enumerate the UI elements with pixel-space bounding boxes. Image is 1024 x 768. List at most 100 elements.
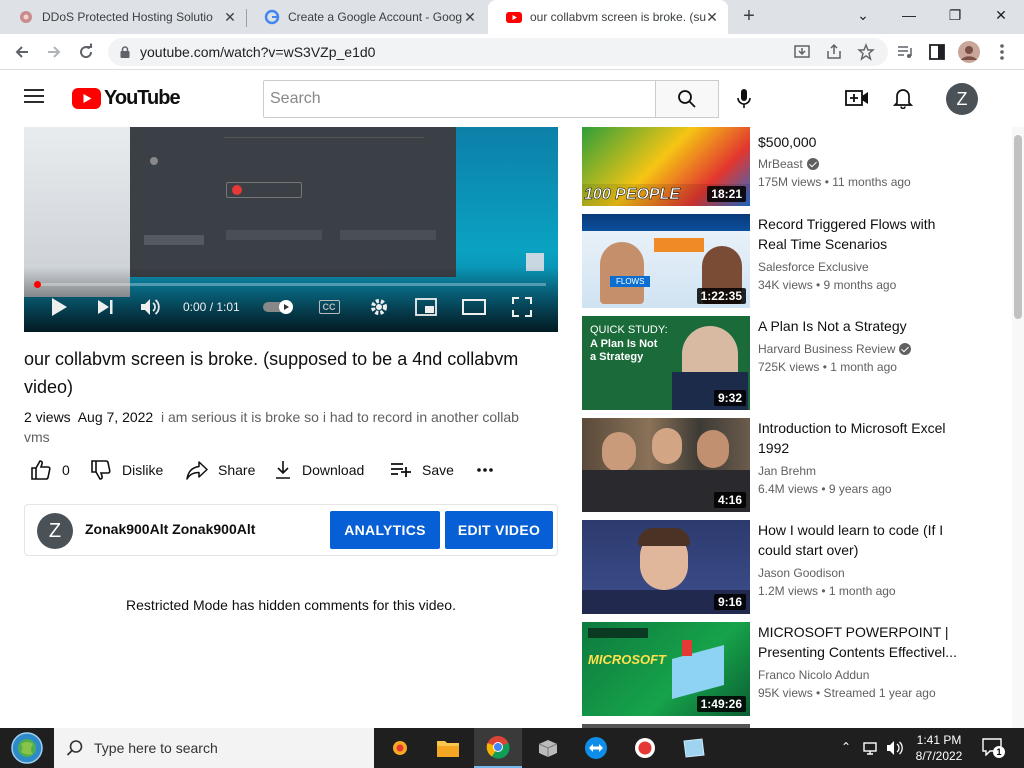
save-button[interactable]: Save [390,458,454,482]
video-thumbnail[interactable]: FLOWS 1:22:35 [582,214,750,308]
video-thumbnail[interactable]: 4:16 [582,418,750,512]
miniplayer-button[interactable] [414,295,438,319]
taskbar-app-window[interactable] [670,728,718,768]
video-thumbnail[interactable]: MICROSOFT 1:49:26 [582,622,750,716]
settings-button[interactable] [367,295,391,319]
taskbar-app-sun[interactable] [376,728,424,768]
media-control-icon[interactable] [893,40,917,64]
autoplay-toggle[interactable] [262,295,298,319]
video-title[interactable]: MICROSOFT POWERPOINT | Presenting Conten… [758,622,968,662]
video-thumbnail[interactable]: 9:16 [582,520,750,614]
create-video-button[interactable] [845,89,869,109]
tab-youtube-video[interactable]: our collabvm screen is broke. (su ✕ [488,0,728,34]
share-button[interactable]: Share [186,458,255,482]
channel-name[interactable]: MrBeast [758,157,819,171]
taskbar-chrome[interactable] [474,728,522,768]
minimize-button[interactable]: — [886,0,932,30]
restore-button[interactable]: ❐ [932,0,978,30]
video-thumbnail[interactable]: QUICK STUDY: A Plan Is Not a Strategy 9:… [582,316,750,410]
start-button[interactable] [2,728,52,768]
video-title[interactable]: $500,000 [758,132,968,152]
video-player[interactable]: 0:00 / 1:01 CC [24,127,558,332]
fullscreen-button[interactable] [510,295,534,319]
taskbar-file-explorer[interactable] [424,728,472,768]
network-icon[interactable] [862,739,880,757]
analytics-button[interactable]: ANALYTICS [330,511,440,549]
share-label: Share [218,462,256,478]
recommended-video[interactable]: QUICK STUDY: A Plan Is Not a Strategy 9:… [582,316,982,410]
dislike-button[interactable]: Dislike [90,458,163,482]
forward-button[interactable] [42,40,66,64]
taskbar-teamviewer[interactable] [572,728,620,768]
taskbar-recorder[interactable] [621,728,669,768]
taskbar-app-box[interactable] [524,728,572,768]
progress-bar[interactable] [34,281,546,288]
back-button[interactable] [10,40,34,64]
address-bar[interactable]: youtube.com/watch?v=wS3VZp_e1d0 [108,38,888,66]
download-button[interactable]: Download [274,458,364,482]
speaker-icon[interactable] [886,739,904,757]
video-title[interactable]: How I would learn to code (If I could st… [758,520,968,560]
install-app-icon[interactable] [790,40,814,64]
share-box-icon [827,43,841,59]
close-tab-icon[interactable]: ✕ [704,9,720,25]
play-button[interactable] [46,295,72,319]
bell-icon [892,89,914,110]
bookmark-star-icon[interactable] [854,40,878,64]
channel-avatar[interactable]: Z [37,513,73,549]
channel-name[interactable]: Zonak900Alt Zonak900Alt [85,521,255,537]
side-panel-icon[interactable] [925,40,949,64]
theater-mode-button[interactable] [461,295,487,319]
page-scrollbar[interactable] [1012,127,1024,728]
captions-button[interactable]: CC [317,295,341,319]
gear-flower-icon [20,11,32,23]
thumbs-up-icon [31,460,51,480]
recommended-video[interactable]: FLOWS 1:22:35 Record Triggered Flows wit… [582,214,982,308]
voice-search-button[interactable] [736,88,756,110]
taskbar-search-input[interactable]: Type here to search [54,728,374,768]
new-tab-button[interactable]: + [738,5,760,27]
hamburger-menu-icon[interactable] [24,88,48,108]
like-button[interactable]: 0 [30,458,70,482]
close-tab-icon[interactable]: ✕ [222,9,238,25]
more-actions-button[interactable] [476,458,504,482]
volume-icon [141,299,160,315]
video-thumbnail[interactable]: 100 PEOPLE 18:21 [582,127,750,206]
video-title[interactable]: Record Triggered Flows with Real Time Sc… [758,214,968,254]
close-tab-icon[interactable]: ✕ [462,9,478,25]
recommended-video[interactable]: MICROSOFT 1:49:26 MICROSOFT POWERPOINT |… [582,622,982,716]
reload-button[interactable] [74,40,98,64]
progress-scrubber[interactable] [34,281,41,288]
channel-name[interactable]: Franco Nicolo Addun [758,668,869,682]
recommended-video[interactable]: 100 PEOPLE 18:21 $500,000 MrBeast 175M v… [582,112,982,206]
kebab-menu-icon [1000,44,1004,60]
channel-name[interactable]: Jason Goodison [758,566,845,580]
video-title[interactable]: A Plan Is Not a Strategy [758,316,968,336]
video-title[interactable]: Introduction to Microsoft Excel 1992 [758,418,968,458]
share-page-icon[interactable] [822,40,846,64]
profile-avatar[interactable] [957,40,981,64]
browser-menu-icon[interactable] [990,40,1014,64]
channel-name[interactable]: Salesforce Exclusive [758,260,869,274]
notification-center-button[interactable]: 1 [982,738,1005,758]
tab-google-account[interactable]: Create a Google Account - Goog ✕ [246,0,486,34]
tray-expand-icon[interactable]: ⌃ [838,740,854,756]
volume-button[interactable] [138,295,164,319]
close-window-button[interactable]: ✕ [978,0,1024,30]
edit-video-button[interactable]: EDIT VIDEO [445,511,553,549]
tab-search-icon[interactable]: ⌄ [840,0,886,30]
channel-name[interactable]: Harvard Business Review [758,342,912,356]
tab-ddos-hosting[interactable]: DDoS Protected Hosting Solutio ✕ [0,0,246,34]
account-avatar[interactable]: Z [946,83,978,115]
next-button[interactable] [92,295,118,319]
scrollbar-thumb[interactable] [1014,135,1022,319]
video-duration: 1:49:26 [696,696,746,712]
youtube-logo[interactable]: YouTube [72,86,181,110]
channel-name[interactable]: Jan Brehm [758,464,816,478]
recommended-video[interactable]: 9:16 How I would learn to code (If I cou… [582,520,982,614]
comments-restricted-notice: Restricted Mode has hidden comments for … [126,597,456,613]
recommended-video[interactable]: 4:16 Introduction to Microsoft Excel 199… [582,418,982,512]
notifications-button[interactable] [892,87,915,111]
taskbar-clock[interactable]: 1:41 PM 8/7/2022 [910,732,968,764]
verified-check-icon [899,343,912,355]
